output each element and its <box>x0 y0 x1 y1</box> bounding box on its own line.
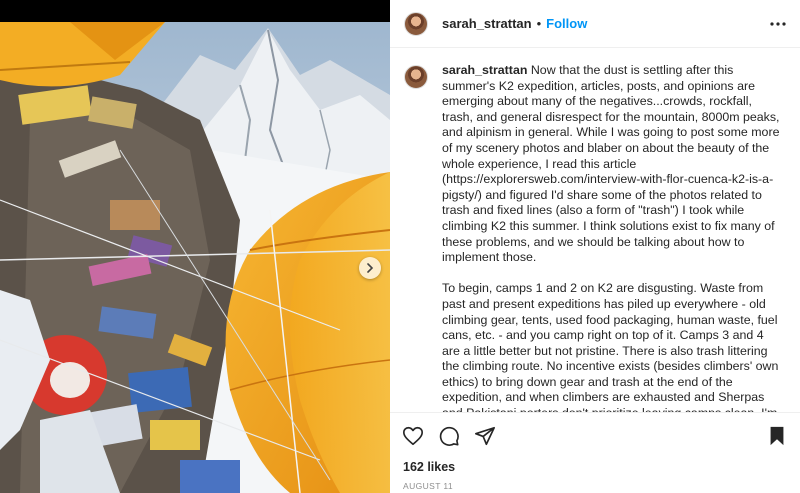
caption-username[interactable]: sarah_strattan <box>442 63 527 77</box>
avatar[interactable] <box>404 11 428 36</box>
post-date: AUGUST 11 <box>403 481 454 491</box>
actions-bar: 162 likes AUGUST 11 <box>390 412 800 493</box>
bookmark-icon[interactable] <box>766 425 788 447</box>
caption-paragraph-2: To begin, camps 1 and 2 on K2 are disgus… <box>442 281 779 412</box>
more-horizontal-icon <box>770 22 786 26</box>
username-link[interactable]: sarah_strattan <box>442 16 532 31</box>
next-photo-button[interactable] <box>359 257 381 279</box>
post-photo[interactable] <box>0 0 390 493</box>
caption-text: sarah_strattan Now that the dust is sett… <box>442 63 782 412</box>
share-icon[interactable] <box>474 425 496 447</box>
separator-dot: • <box>536 16 542 31</box>
follow-button[interactable]: Follow <box>546 16 587 31</box>
k2-camp-photo <box>0 0 390 493</box>
post-header: sarah_strattan • Follow <box>390 0 800 48</box>
caption-avatar[interactable] <box>404 65 428 89</box>
post-details-panel: sarah_strattan • Follow sarah_strattan N… <box>390 0 800 493</box>
more-options-button[interactable] <box>768 14 788 34</box>
heart-icon[interactable] <box>402 425 424 447</box>
comment-icon[interactable] <box>438 425 460 447</box>
caption: sarah_strattan Now that the dust is sett… <box>404 63 786 412</box>
chevron-right-icon <box>367 263 374 273</box>
caption-section: sarah_strattan Now that the dust is sett… <box>390 49 800 412</box>
caption-paragraph-1: Now that the dust is settling after this… <box>442 63 780 265</box>
likes-count[interactable]: 162 likes <box>403 460 455 474</box>
